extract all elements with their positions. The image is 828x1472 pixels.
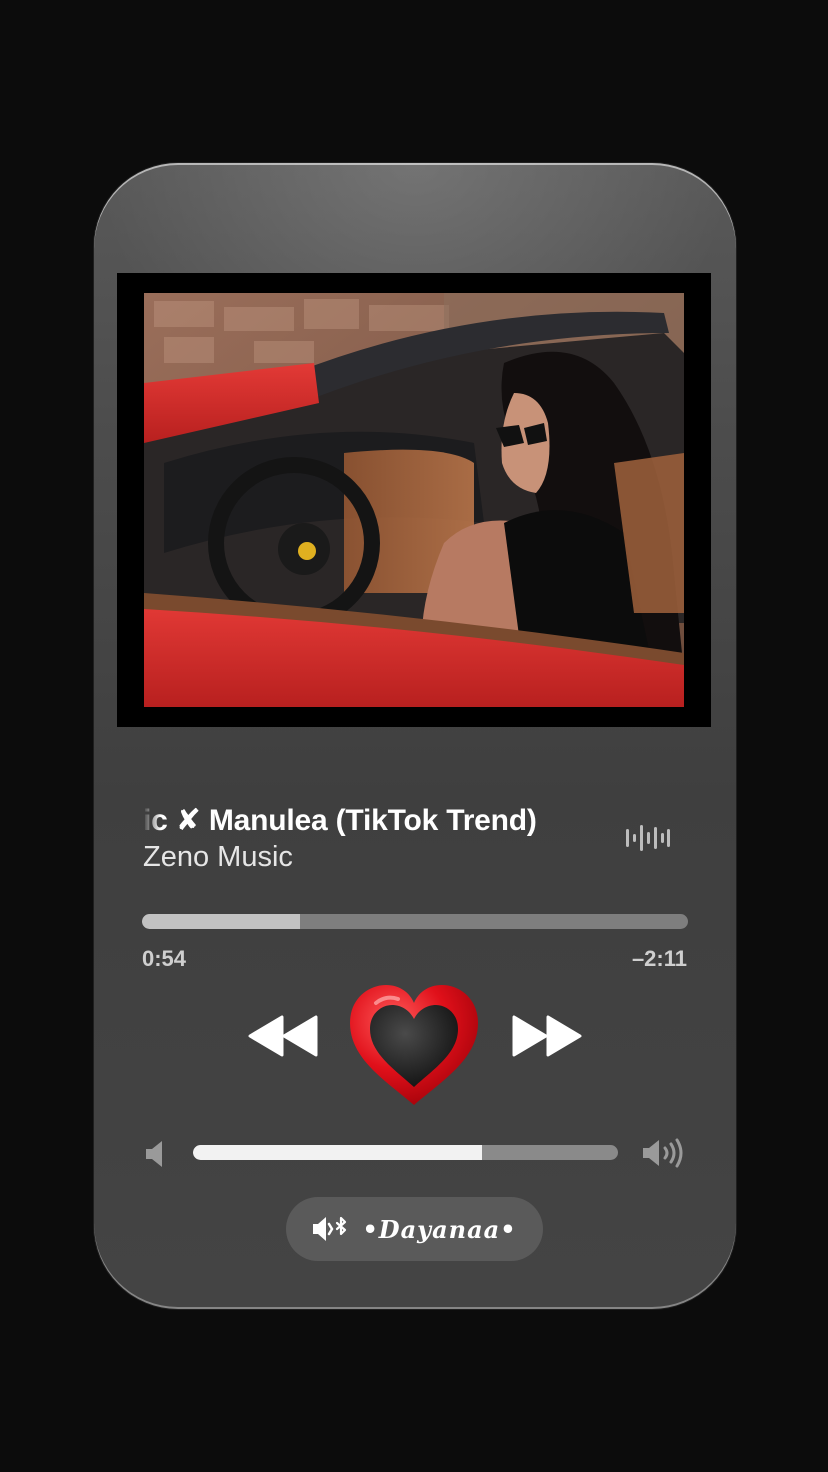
fast-forward-button[interactable] <box>506 1011 586 1061</box>
rewind-icon <box>248 1015 318 1057</box>
fast-forward-icon <box>512 1015 582 1057</box>
heart-button[interactable] <box>346 981 482 1111</box>
time-remaining: –2:11 <box>631 946 687 971</box>
output-device-button[interactable]: •Dayanaa• <box>286 1197 543 1261</box>
speaker-bluetooth-icon <box>313 1216 347 1241</box>
volume-slider[interactable] <box>193 1145 618 1160</box>
playback-progress-fill <box>142 914 301 929</box>
device-name: •Dayanaa• <box>362 1214 517 1244</box>
artist-name[interactable]: Zeno Music <box>143 841 293 874</box>
heart-icon <box>350 985 478 1105</box>
player-card: ic ✘ Manulea (TikTok Trend) Zeno Music 0… <box>94 163 736 1309</box>
rewind-button[interactable] <box>244 1011 324 1061</box>
volume-slider-fill <box>193 1145 482 1160</box>
music-player-screen: ic ✘ Manulea (TikTok Trend) Zeno Music 0… <box>0 0 828 1472</box>
playback-progress-bar[interactable] <box>142 914 688 929</box>
time-elapsed: 0:54 <box>142 946 187 971</box>
album-artwork[interactable] <box>144 293 684 707</box>
speaker-high-icon[interactable] <box>641 1136 685 1170</box>
album-artwork-image <box>144 293 684 707</box>
artwork-frame <box>117 273 711 727</box>
track-title: ic ✘ Manulea (TikTok Trend) <box>143 804 537 837</box>
waveform-icon[interactable] <box>625 823 671 853</box>
speaker-low-icon[interactable] <box>144 1139 168 1169</box>
